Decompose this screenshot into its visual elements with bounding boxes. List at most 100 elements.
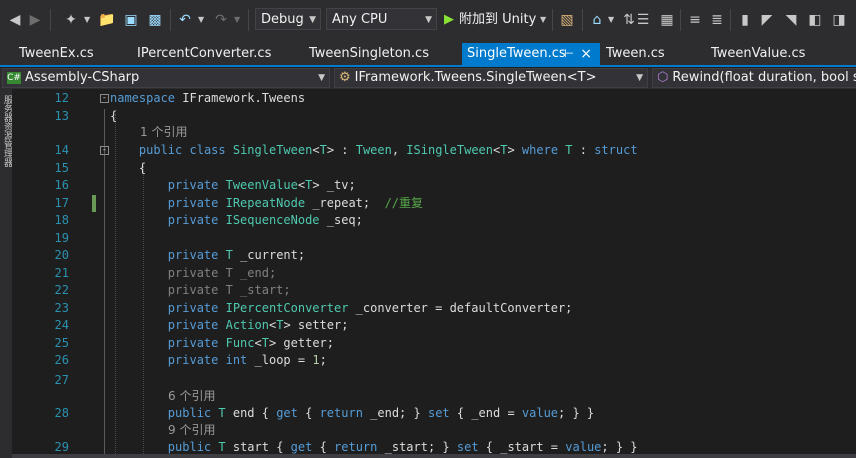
clear-bookmarks-icon[interactable]: ◨ [830,10,848,30]
codelens-row: 1 个引用 [12,124,856,141]
code-line: 25 private Func<T> getter; [12,335,856,352]
undo-icon[interactable]: ↶ [176,10,194,30]
document-tabs: TweenEx.cs IPercentConverter.cs TweenSin… [0,40,856,67]
next-bookmark-icon[interactable]: ◤ [758,10,776,30]
toolbar-separator [552,9,553,31]
chevron-down-icon: ▼ [309,15,316,25]
undo-dropdown-icon[interactable]: ▼ [198,10,204,30]
platform-value: Any CPU [332,12,388,27]
chevron-down-icon: ▼ [425,15,432,25]
code-text: private Action<T> setter; [167,318,349,332]
codelens-references[interactable]: 1 个引用 [140,124,187,141]
toolbar: ◀ ▶ ✦ ▼ 📁 ▣ ▩ ↶ ▼ ↷ ▼ Debug ▼ Any CPU ▼ … [0,0,856,40]
configuration-value: Debug [261,12,304,27]
line-number: 14 [54,143,69,157]
code-line: 15 { [12,160,856,177]
line-number: 24 [54,318,69,332]
toolbar-separator [730,9,731,31]
uncomment-lines-icon[interactable]: ≣ [708,10,726,30]
attach-icon[interactable]: ▧ [558,10,576,30]
line-number: 19 [54,231,69,245]
tab-label: TweenEx.cs [19,46,94,61]
codelens-row: 9 个引用 [12,422,856,439]
bookmark-icon[interactable]: ▮ [736,10,754,30]
line-number: 20 [54,248,69,262]
run-dropdown-icon[interactable]: ▼ [540,10,546,30]
code-text: private int _loop = 1; [167,353,327,367]
line-number: 18 [54,213,69,227]
code-line: 20 private T _current; [12,247,856,264]
line-number: 25 [54,336,69,350]
tab-singletween[interactable]: SingleTween.cs ⊢ × [462,43,600,65]
tab-tweenvalue[interactable]: TweenValue.cs [706,43,846,65]
codelens-references[interactable]: 9 个引用 [168,422,215,439]
line-number: 16 [54,178,69,192]
tab-label: TweenValue.cs [711,46,806,61]
collapse-icon[interactable]: - [100,94,109,103]
codelens-references[interactable]: 6 个引用 [168,388,215,405]
home-dropdown-icon[interactable]: ▼ [608,10,614,30]
toolbar-separator [50,9,51,31]
tab-tweensingleton[interactable]: TweenSingleton.cs [304,43,454,65]
tab-tween[interactable]: Tween.cs [601,43,701,65]
project-name: Assembly-CSharp [25,70,140,85]
type-name: IFramework.Tweens.SingleTween<T> [354,70,597,85]
start-debugging-button[interactable]: ▶ 附加到 Unity [444,10,536,30]
type-dropdown[interactable]: ⚙ IFramework.Tweens.SingleTween<T> ▼ [334,68,648,88]
horizontal-scrollbar[interactable] [12,454,856,458]
tab-ipercentconverter[interactable]: IPercentConverter.cs [132,43,300,65]
home-icon[interactable]: ⌂ [588,10,606,30]
server-explorer-tab[interactable]: 服务器资源管理器 [0,89,12,458]
forward-icon[interactable]: ▶ [26,10,44,30]
code-line: 23 private IPercentConverter _converter … [12,300,856,317]
codelens-row: 6 个引用 [12,388,856,405]
tab-tweenex[interactable]: TweenEx.cs [14,43,124,65]
code-text: private IRepeatNode _repeat; //重复 [167,196,424,210]
pin-icon[interactable]: ⊢ [564,43,574,65]
code-editor[interactable]: 12 - namespace IFramework.Tweens 13 { 1 … [12,89,856,458]
new-project-icon[interactable]: ✦ [62,10,80,30]
collapse-icon[interactable]: - [100,146,109,155]
save-icon[interactable]: ▣ [122,10,140,30]
code-line: 27 [12,372,856,389]
code-text: private T _current; [167,248,306,262]
toolbar-separator [170,9,171,31]
redo-dropdown-icon[interactable]: ▼ [234,10,240,30]
member-dropdown[interactable]: ⬡ Rewind(float duration, bool sna [652,68,856,88]
code-line: 16 private TweenValue<T> _tv; [12,177,856,194]
line-number: 12 [54,91,69,105]
open-folder-icon[interactable]: 📁 [98,10,116,30]
prev-bookmark-icon[interactable]: ◥ [782,10,800,30]
configuration-select[interactable]: Debug ▼ [255,8,321,30]
toolbar-separator [582,9,583,31]
code-line: 21 private T _end; [12,265,856,282]
toolbar-separator [680,9,681,31]
comment-lines-icon[interactable]: ≡ [686,10,704,30]
toggle-bookmarks-icon[interactable]: ◧ [806,10,824,30]
platform-select[interactable]: Any CPU ▼ [326,8,437,30]
code-text: { [110,161,147,175]
line-number: 27 [54,373,69,387]
code-text: private T _start; [110,283,291,297]
save-all-icon[interactable]: ▩ [146,10,164,30]
line-number: 26 [54,353,69,367]
tab-label: SingleTween.cs [467,46,566,61]
tab-label: IPercentConverter.cs [137,46,272,61]
code-text: public T end { get { return _end; } set … [167,406,595,420]
csharp-project-icon: C# [7,71,21,84]
code-line: 18 private ISequenceNode _seq; [12,212,856,229]
code-line: 14 - public class SingleTween<T> : Tween… [12,142,856,159]
project-dropdown[interactable]: C# Assembly-CSharp ▼ [2,68,330,88]
code-text: private TweenValue<T> _tv; [167,178,356,192]
close-icon[interactable]: × [580,43,592,65]
back-icon[interactable]: ◀ [6,10,24,30]
method-icon: ⬡ [657,70,669,85]
class-icon: ⚙ [339,70,351,85]
code-text: private Func<T> getter; [167,336,335,350]
new-project-dropdown-icon[interactable]: ▼ [84,10,90,30]
properties-icon[interactable]: ▦ [658,10,676,30]
play-icon: ▶ [444,12,454,27]
redo-icon[interactable]: ↷ [212,10,230,30]
active-tab-underline [0,65,856,67]
pending-changes-icon[interactable]: ☰ [634,10,652,30]
